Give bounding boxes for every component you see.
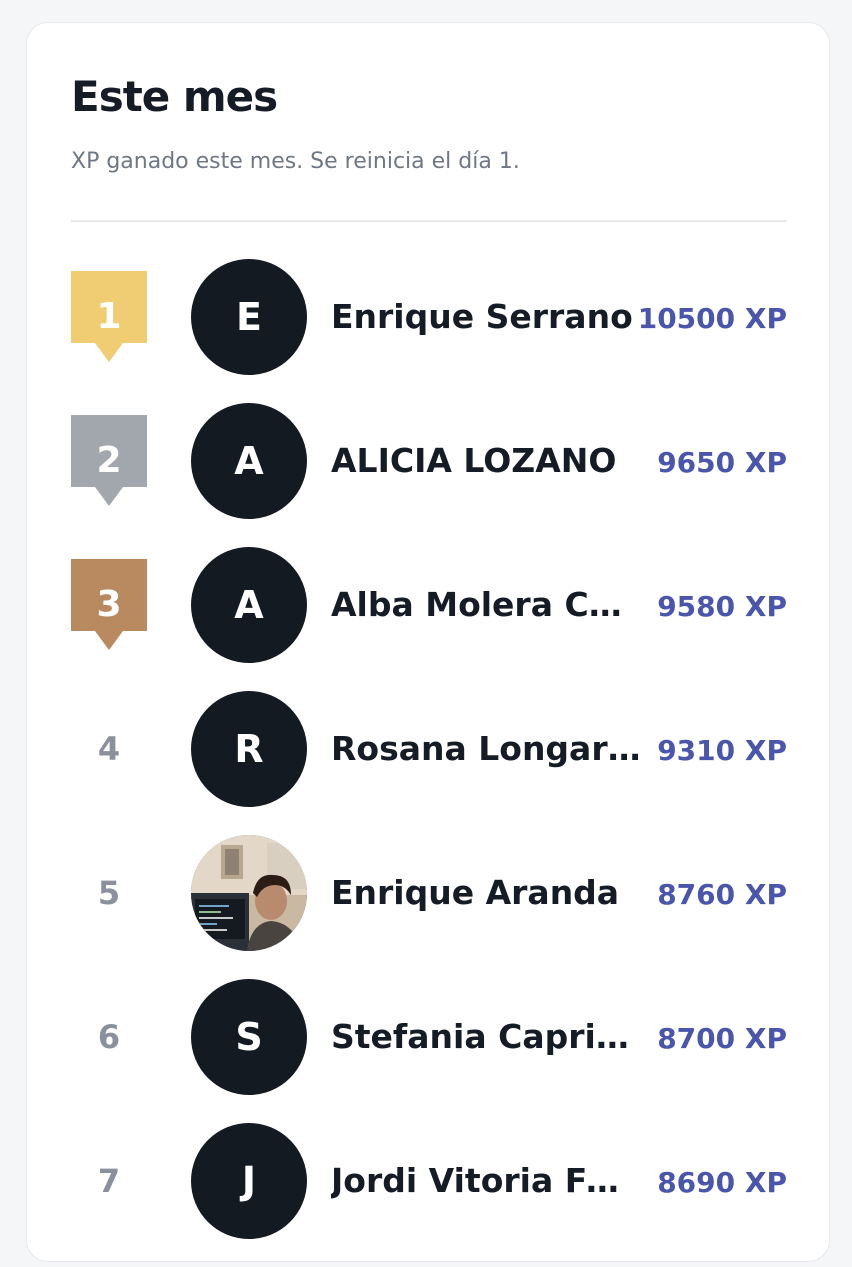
rank-bronze-badge: 3 [71,559,147,650]
avatar-photo[interactable] [191,835,307,951]
avatar-initial: S [235,1015,263,1059]
user-photo-icon [191,835,307,951]
avatar-initial: A [234,439,264,483]
rank-number: 3 [96,584,122,625]
avatar-initial: E [236,295,262,339]
user-name[interactable]: Enrique Aranda [331,871,641,915]
user-name[interactable]: ALICIA LOZANO [331,439,641,483]
leaderboard-row[interactable]: 3 A Alba Molera Chaves 9580 XP [27,547,831,691]
user-name[interactable]: Stefania Capriotti [331,1015,641,1059]
avatar-initial: R [234,727,264,771]
avatar[interactable]: A [191,547,307,663]
avatar[interactable]: J [191,1123,307,1239]
avatar-initial: J [241,1159,257,1203]
rank-number: 7 [97,1162,121,1200]
user-name[interactable]: Alba Molera Chaves [331,583,641,627]
xp-value: 8690 XP [657,1166,787,1199]
xp-value: 8760 XP [657,878,787,911]
user-name[interactable]: Enrique Serrano [331,295,641,339]
user-name[interactable]: Jordi Vitoria Feixas [331,1159,641,1203]
user-name[interactable]: Rosana Longares [331,727,641,771]
leaderboard-row[interactable]: 6 S Stefania Capriotti 8700 XP [27,979,831,1123]
avatar-initial: A [234,583,264,627]
avatar[interactable]: A [191,403,307,519]
rank-number: 6 [97,1018,121,1056]
xp-value: 9580 XP [657,590,787,623]
xp-value: 8700 XP [657,1022,787,1055]
leaderboard-row[interactable]: 2 A ALICIA LOZANO 9650 XP [27,403,831,547]
xp-value: 9310 XP [657,734,787,767]
avatar[interactable]: E [191,259,307,375]
leaderboard-row[interactable]: 7 J Jordi Vitoria Feixas 8690 XP [27,1123,831,1267]
rank-gold-badge: 1 [71,271,147,362]
leaderboard-row[interactable]: 1 E Enrique Serrano 10500 XP [27,259,831,403]
rank-number: 5 [97,874,121,912]
xp-value: 9650 XP [657,446,787,479]
avatar[interactable]: R [191,691,307,807]
rank-number: 1 [96,296,122,337]
rank-number: 4 [97,730,121,768]
rank-number: 2 [96,440,122,481]
avatar[interactable]: S [191,979,307,1095]
leaderboard-row[interactable]: 4 R Rosana Longares 9310 XP [27,691,831,835]
xp-value: 10500 XP [637,302,787,335]
leaderboard-row[interactable]: 5 Enrique Aranda 8760 XP [27,835,831,979]
leaderboard-card: Este mes XP ganado este mes. Se reinicia… [26,22,830,1262]
leaderboard-list: 1 E Enrique Serrano 10500 XP 2 A ALICIA … [27,23,829,1261]
rank-silver-badge: 2 [71,415,147,506]
